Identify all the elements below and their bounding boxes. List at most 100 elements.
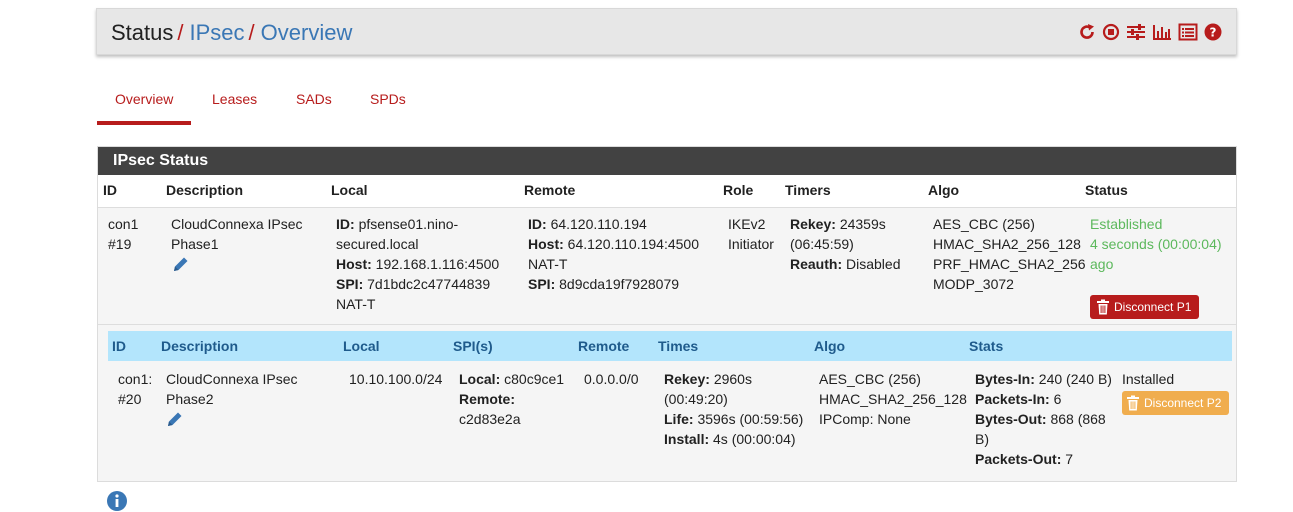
edit-pencil-icon[interactable] bbox=[172, 255, 190, 273]
breadcrumb: Status / IPsec / Overview bbox=[111, 20, 352, 46]
p1-status-ago: ago bbox=[1090, 256, 1114, 272]
tab-overview[interactable]: Overview bbox=[97, 85, 191, 125]
p2-id-con: con1: bbox=[118, 371, 153, 387]
table-row: con1 #19 CloudConnexa IPsec Phase1 ID: p… bbox=[98, 207, 1236, 325]
disconnect-p2-button[interactable]: Disconnect P2 bbox=[1122, 391, 1230, 415]
p2-install: 4s (00:00:04) bbox=[713, 431, 796, 447]
p1-local: ID: pfsense01.nino- secured.local Host: … bbox=[336, 214, 499, 314]
p2-header-local: Local bbox=[343, 338, 380, 354]
child-sa-section: ID Description Local SPI(s) Remote Times… bbox=[98, 325, 1236, 481]
breadcrumb-separator: / bbox=[248, 20, 255, 45]
p2-packets-in-label: Packets-In: bbox=[975, 391, 1050, 407]
p2-algo: AES_CBC (256) HMAC_SHA2_256_128 IPComp: … bbox=[819, 369, 967, 429]
p1-desc-line2: Phase1 bbox=[171, 236, 219, 252]
p2-stats: Bytes-In: 240 (240 B) Packets-In: 6 Byte… bbox=[975, 369, 1112, 469]
p2-install-label: Install: bbox=[664, 431, 710, 447]
header-id: ID bbox=[103, 182, 117, 198]
help-icon[interactable]: ? bbox=[1204, 23, 1222, 41]
p1-remote-spi-label: SPI: bbox=[528, 276, 556, 292]
p2-life-label: Life: bbox=[664, 411, 694, 427]
p1-local-id: pfsense01.nino- bbox=[358, 216, 459, 232]
breadcrumb-overview-link[interactable]: Overview bbox=[261, 20, 353, 45]
disconnect-p2-label: Disconnect P2 bbox=[1144, 396, 1222, 410]
tab-leases[interactable]: Leases bbox=[212, 85, 257, 125]
p1-local-id-cont: secured.local bbox=[336, 236, 419, 252]
p1-role-type: Initiator bbox=[728, 236, 774, 252]
p2-id-number: #20 bbox=[118, 391, 142, 407]
restart-service-icon[interactable] bbox=[1078, 23, 1096, 41]
disconnect-p1-label: Disconnect P1 bbox=[1114, 300, 1192, 314]
settings-sliders-icon[interactable] bbox=[1126, 23, 1146, 41]
stop-service-icon[interactable] bbox=[1102, 23, 1120, 41]
p1-reauth: Disabled bbox=[846, 256, 901, 272]
p1-status: Established 4 seconds (00:00:04) ago bbox=[1090, 214, 1222, 274]
p1-status-state: Established bbox=[1090, 216, 1163, 232]
p2-rekey: 2960s bbox=[713, 371, 752, 387]
p1-rekey: 24359s bbox=[839, 216, 886, 232]
tab-sads[interactable]: SADs bbox=[296, 85, 332, 125]
header-timers: Timers bbox=[785, 182, 831, 198]
p2-header-description: Description bbox=[161, 338, 239, 354]
p2-local: 10.10.100.0/24 bbox=[349, 371, 443, 387]
p2-remote: 0.0.0.0/0 bbox=[584, 371, 639, 387]
p1-algo-hmac: HMAC_SHA2_256_128 bbox=[933, 236, 1081, 252]
p1-rekey-time: (06:45:59) bbox=[790, 236, 854, 252]
toolbar: ? bbox=[1078, 23, 1222, 41]
p1-reauth-label: Reauth: bbox=[790, 256, 843, 272]
p2-desc-line2: Phase2 bbox=[166, 391, 214, 407]
p2-description: CloudConnexa IPsec Phase2 bbox=[166, 369, 298, 409]
p2-rekey-label: Rekey: bbox=[664, 371, 710, 387]
p1-local-host: 192.168.1.116:4500 bbox=[375, 256, 500, 272]
p1-desc-line1: CloudConnexa IPsec bbox=[171, 216, 303, 232]
disconnect-p1-button[interactable]: Disconnect P1 bbox=[1090, 295, 1200, 319]
p1-remote-spi: 8d9cda19f7928079 bbox=[559, 276, 680, 292]
p2-header-algo: Algo bbox=[814, 338, 846, 354]
p1-algo-dh: MODP_3072 bbox=[933, 276, 1014, 292]
p2-bytes-in-label: Bytes-In: bbox=[975, 371, 1035, 387]
p1-remote-host-label: Host: bbox=[528, 236, 564, 252]
p2-spi-remote: c2d83e2a bbox=[459, 411, 521, 427]
ipsec-status-panel: IPsec Status ID Description Local Remote… bbox=[97, 146, 1237, 482]
p1-status-duration: 4 seconds (00:00:04) bbox=[1090, 236, 1222, 252]
p1-id-con: con1 bbox=[108, 216, 139, 232]
p1-algo-cipher: AES_CBC (256) bbox=[933, 216, 1035, 232]
p2-packets-out: 7 bbox=[1065, 451, 1074, 467]
p2-algo-ipcomp: IPComp: None bbox=[819, 411, 911, 427]
p2-bytes-out-label: Bytes-Out: bbox=[975, 411, 1047, 427]
tab-spds[interactable]: SPDs bbox=[370, 85, 406, 125]
panel-title: IPsec Status bbox=[98, 147, 1236, 175]
header-status: Status bbox=[1085, 182, 1128, 198]
p1-id: con1 #19 bbox=[108, 214, 138, 254]
trash-icon bbox=[1127, 395, 1139, 411]
header-algo: Algo bbox=[928, 182, 960, 198]
header-remote: Remote bbox=[524, 182, 576, 198]
p1-id-number: #19 bbox=[108, 236, 132, 252]
p2-header-id: ID bbox=[112, 338, 126, 354]
p1-remote-host: 64.120.110.194:4500 bbox=[567, 236, 699, 252]
p2-spi-remote-label: Remote: bbox=[459, 391, 516, 407]
breadcrumb-status: Status bbox=[111, 20, 174, 45]
p2-bytes-in: 240 (240 B) bbox=[1038, 371, 1112, 387]
header-description: Description bbox=[166, 182, 244, 198]
p2-rekey-time: (00:49:20) bbox=[664, 391, 728, 407]
edit-pencil-icon[interactable] bbox=[166, 410, 184, 428]
p1-remote: ID: 64.120.110.194 Host: 64.120.110.194:… bbox=[528, 214, 699, 294]
p2-packets-in: 6 bbox=[1053, 391, 1062, 407]
breadcrumb-separator: / bbox=[177, 20, 184, 45]
p2-packets-out-label: Packets-Out: bbox=[975, 451, 1062, 467]
p1-description: CloudConnexa IPsec Phase1 bbox=[171, 214, 303, 254]
info-icon[interactable] bbox=[106, 490, 128, 512]
p2-header-remote: Remote bbox=[578, 338, 630, 354]
p1-local-host-label: Host: bbox=[336, 256, 372, 272]
p2-spi-local-label: Local: bbox=[459, 371, 501, 387]
log-list-icon[interactable] bbox=[1178, 23, 1198, 41]
p1-local-spi-label: SPI: bbox=[336, 276, 364, 292]
p1-role: IKEv2 Initiator bbox=[728, 214, 774, 254]
p2-algo-hmac: HMAC_SHA2_256_128 bbox=[819, 391, 967, 407]
breadcrumb-ipsec-link[interactable]: IPsec bbox=[190, 20, 245, 45]
p2-header-times: Times bbox=[658, 338, 699, 354]
p2-header-stats: Stats bbox=[969, 338, 1004, 354]
p1-rekey-label: Rekey: bbox=[790, 216, 836, 232]
p1-role-version: IKEv2 bbox=[728, 216, 766, 232]
chart-icon[interactable] bbox=[1152, 23, 1172, 41]
